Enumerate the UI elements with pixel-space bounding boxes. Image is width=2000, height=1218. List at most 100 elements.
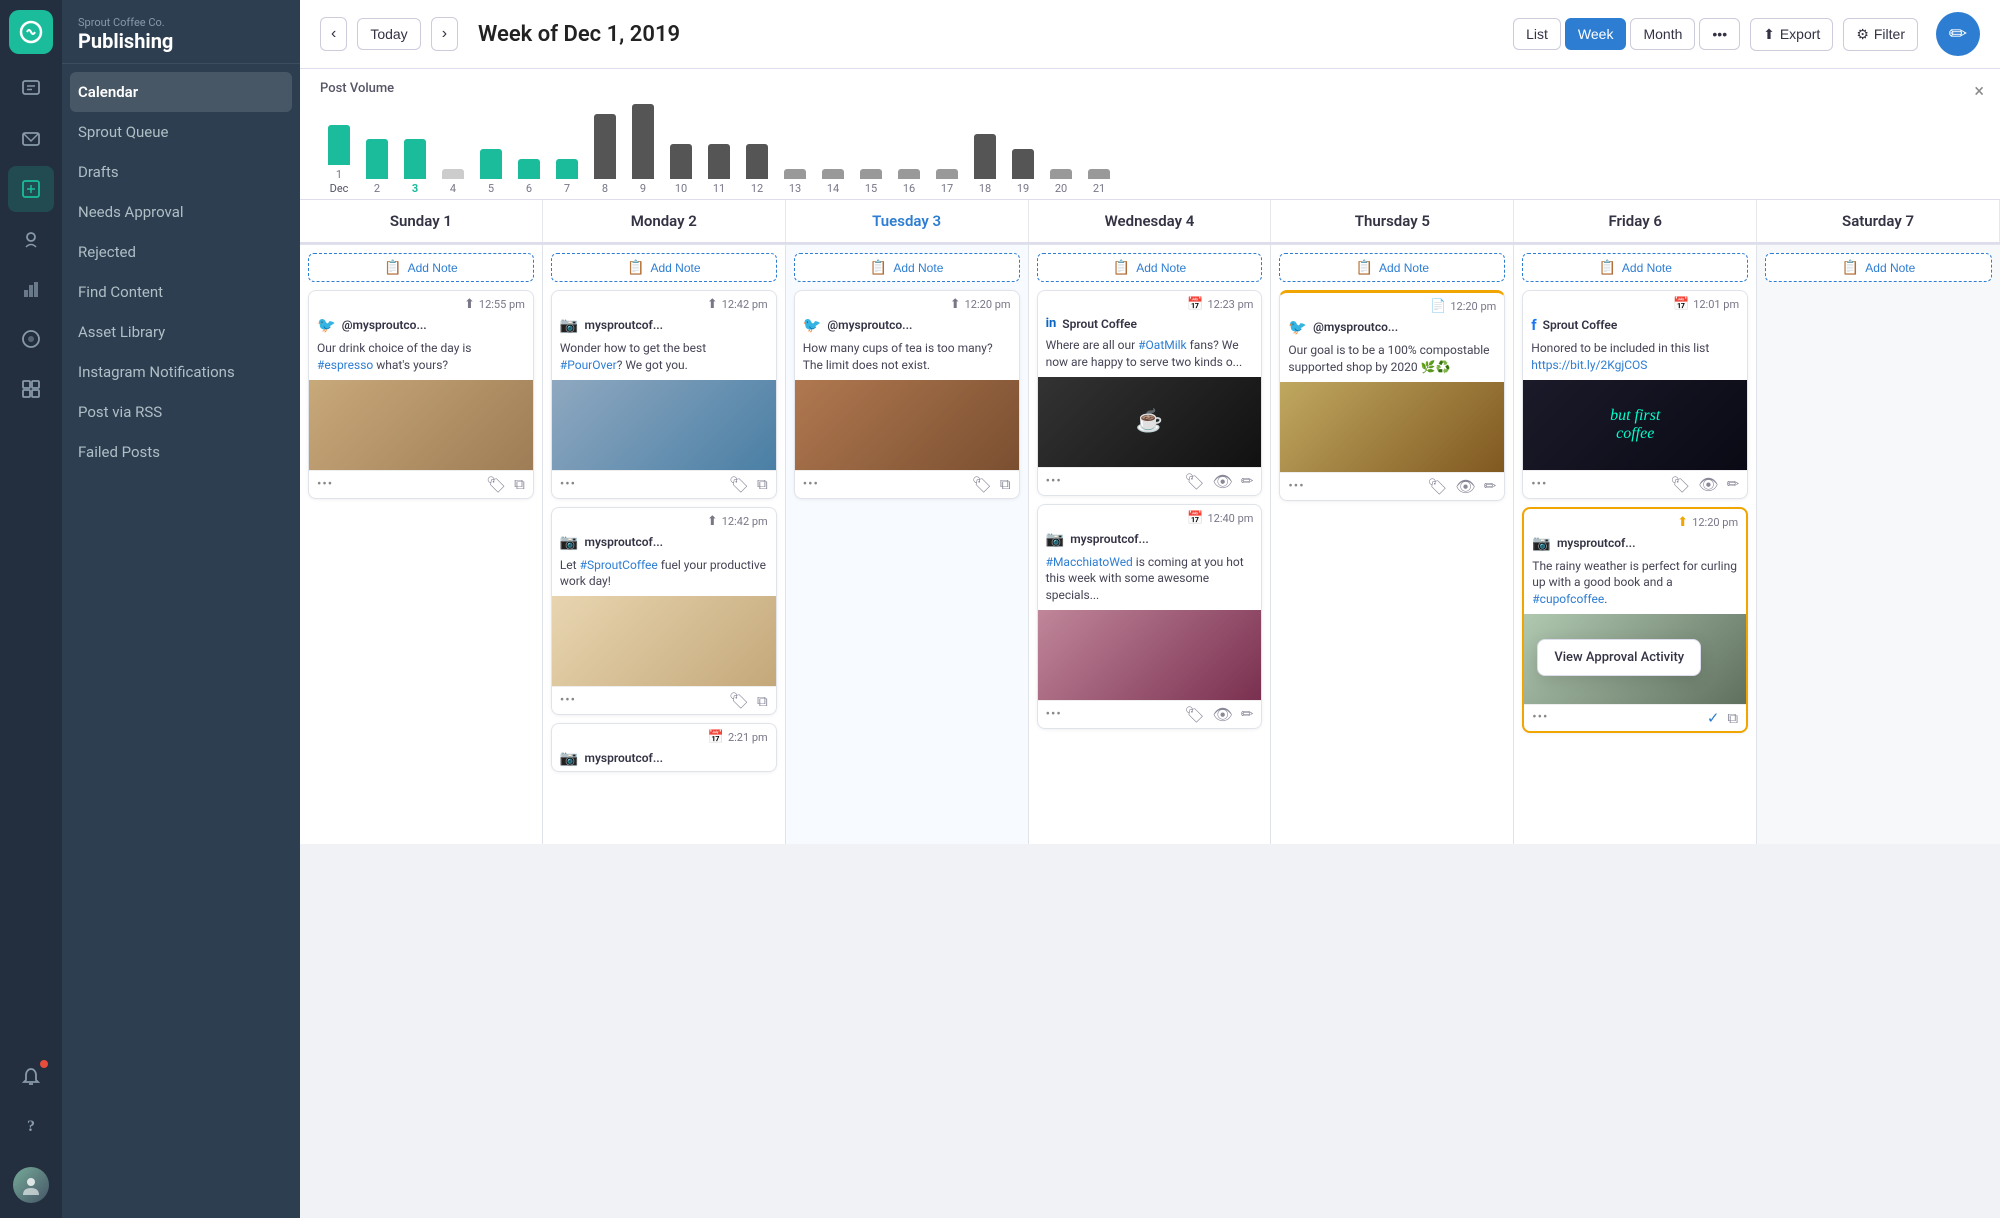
instagram-icon: 📷 [560,533,579,551]
sidebar-item-drafts[interactable]: Drafts [62,152,300,192]
sidebar-item-find-content[interactable]: Find Content [62,272,300,312]
copy-icon[interactable]: ⧉ [757,692,768,710]
more-actions-icon[interactable]: ••• [803,477,819,492]
chart-col-7: 7 [548,159,586,195]
chart-col-6: 6 [510,159,548,195]
sidebar-item-instagram-notifications[interactable]: Instagram Notifications [62,352,300,392]
copy-icon[interactable]: ⧉ [1727,709,1738,727]
cal-col-wednesday: 📋 Add Note 📅 12:23 pm in Sprout Coffee W… [1029,244,1272,844]
tag-icon[interactable]: 🏷 [1184,705,1204,724]
eye-icon[interactable]: 👁 [1698,475,1718,494]
more-actions-icon[interactable]: ••• [1288,479,1304,494]
nav-icon-help[interactable]: ? [8,1104,54,1150]
post-time: 📅 2:21 pm [552,724,776,747]
edit-icon[interactable]: ✏ [1727,475,1740,493]
post-account: 📷 mysproutcof... [552,747,776,771]
post-actions: ••• 🏷 👁 ✏ [1523,470,1747,498]
tag-icon[interactable]: 🏷 [1427,477,1447,496]
post-image: ☕ [1038,377,1262,467]
cal-col-saturday: 📋 Add Note [1757,244,2000,844]
post-card-wednesday-2: 📅 12:40 pm 📷 mysproutcof... #MacchiatoWe… [1037,504,1263,729]
tag-icon[interactable]: 🏷 [972,475,992,494]
chart-col-1: 1 Dec [320,125,358,195]
post-actions: ••• 🏷 ⧉ [552,470,776,498]
post-time: 📅 12:23 pm [1038,291,1262,314]
tag-icon[interactable]: 🏷 [729,691,749,710]
week-view-button[interactable]: Week [1565,18,1627,50]
post-link[interactable]: https://bit.ly/2KgjCOS [1531,358,1647,372]
copy-icon[interactable]: ⧉ [757,475,768,493]
add-note-saturday[interactable]: 📋 Add Note [1765,253,1992,282]
nav-icon-notifications[interactable] [8,1054,54,1100]
chart-close-button[interactable]: × [1974,81,1984,102]
post-card-monday-2: ⬆ 12:42 pm 📷 mysproutcof... Let #SproutC… [551,507,777,716]
back-button[interactable]: ‹ [320,17,347,51]
col-header-wednesday: Wednesday 4 [1029,200,1272,242]
chart-col-5: 5 [472,149,510,195]
approval-check-icon[interactable]: ✓ [1707,709,1720,727]
app-logo[interactable] [9,10,53,54]
add-note-friday[interactable]: 📋 Add Note [1522,253,1748,282]
copy-icon[interactable]: ⧉ [514,475,525,493]
nav-icon-publish[interactable] [8,166,54,212]
more-actions-icon[interactable]: ••• [317,477,333,492]
col-header-friday: Friday 6 [1514,200,1757,242]
add-note-wednesday[interactable]: 📋 Add Note [1037,253,1263,282]
note-icon: 📋 [870,259,887,276]
post-time: ⬆ 12:42 pm [552,291,776,314]
more-actions-icon[interactable]: ••• [1046,707,1062,722]
edit-icon[interactable]: ✏ [1484,477,1497,495]
nav-icon-inbox[interactable] [8,116,54,162]
sidebar-item-failed-posts[interactable]: Failed Posts [62,432,300,472]
post-card-monday-1: ⬆ 12:42 pm 📷 mysproutcof... Wonder how t… [551,290,777,499]
post-actions: ••• 🏷 👁 ✏ [1280,472,1504,500]
forward-button[interactable]: › [431,17,458,51]
post-actions: ••• 🏷 ⧉ [552,686,776,714]
more-options-button[interactable]: ••• [1699,18,1740,50]
more-actions-icon[interactable]: ••• [1532,710,1548,725]
sidebar-item-asset-library[interactable]: Asset Library [62,312,300,352]
sidebar-item-calendar[interactable]: Calendar [70,72,292,112]
eye-icon[interactable]: 👁 [1213,472,1233,491]
nav-icon-listening[interactable] [8,316,54,362]
sidebar-item-post-via-rss[interactable]: Post via RSS [62,392,300,432]
filter-button[interactable]: ⚙ Filter [1843,18,1918,51]
sidebar-item-sprout-queue[interactable]: Sprout Queue [62,112,300,152]
add-note-thursday[interactable]: 📋 Add Note [1279,253,1505,282]
more-actions-icon[interactable]: ••• [1531,477,1547,492]
more-actions-icon[interactable]: ••• [560,693,576,708]
tag-icon[interactable]: 🏷 [1670,475,1690,494]
nav-icon-compose[interactable] [8,66,54,112]
tag-icon[interactable]: 🏷 [486,475,506,494]
nav-icon-pin[interactable] [8,216,54,262]
edit-icon[interactable]: ✏ [1241,472,1254,490]
sidebar-item-needs-approval[interactable]: Needs Approval [62,192,300,232]
today-button[interactable]: Today [357,18,420,50]
view-controls: List Week Month ••• [1513,18,1740,50]
add-note-tuesday[interactable]: 📋 Add Note [794,253,1020,282]
month-view-button[interactable]: Month [1630,18,1695,50]
eye-icon[interactable]: 👁 [1213,705,1233,724]
nav-icon-analytics[interactable] [8,266,54,312]
list-view-button[interactable]: List [1513,18,1561,50]
chart-col-15: 15 [852,169,890,195]
post-time: ⬆ 12:20 pm [1524,509,1746,532]
add-note-monday[interactable]: 📋 Add Note [551,253,777,282]
more-actions-icon[interactable]: ••• [1046,474,1062,489]
post-text: Wonder how to get the best #PourOver? We… [552,338,776,380]
copy-icon[interactable]: ⧉ [1000,475,1011,493]
view-approval-activity-tooltip[interactable]: View Approval Activity [1537,639,1701,676]
more-actions-icon[interactable]: ••• [560,477,576,492]
user-avatar[interactable] [8,1162,54,1208]
edit-icon[interactable]: ✏ [1241,705,1254,723]
nav-icon-reports[interactable] [8,366,54,412]
note-icon: 📋 [627,259,644,276]
export-button[interactable]: ⬆ Export [1750,18,1833,51]
sidebar-item-rejected[interactable]: Rejected [62,232,300,272]
compose-button[interactable]: ✏ [1936,12,1980,56]
hashtag: #SproutCoffee [580,558,658,572]
tag-icon[interactable]: 🏷 [729,475,749,494]
eye-icon[interactable]: 👁 [1455,477,1475,496]
add-note-sunday[interactable]: 📋 Add Note [308,253,534,282]
tag-icon[interactable]: 🏷 [1184,472,1204,491]
